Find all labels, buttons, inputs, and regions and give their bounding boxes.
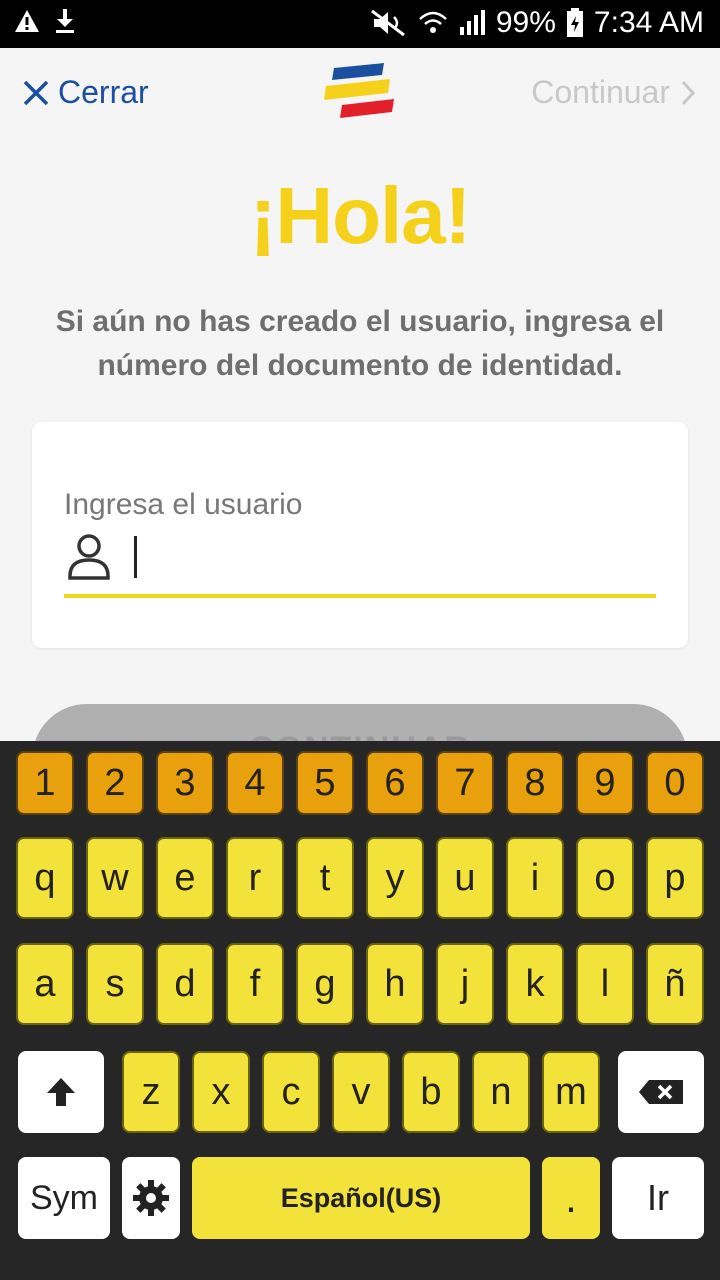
- letter-key[interactable]: s: [86, 943, 144, 1025]
- shift-key[interactable]: [18, 1051, 104, 1133]
- letter-key[interactable]: x: [192, 1051, 250, 1133]
- download-icon: [56, 9, 74, 33]
- number-key[interactable]: 4: [226, 751, 284, 815]
- gear-icon: [133, 1180, 169, 1216]
- letter-key[interactable]: g: [296, 943, 354, 1025]
- letter-key[interactable]: u: [436, 837, 494, 919]
- signal-icon: [459, 10, 485, 35]
- letter-key[interactable]: h: [366, 943, 424, 1025]
- number-key[interactable]: 6: [366, 751, 424, 815]
- letter-key[interactable]: ñ: [646, 943, 704, 1025]
- text-caret: [134, 536, 137, 578]
- close-icon: [23, 80, 49, 105]
- alert-icon: [15, 10, 39, 32]
- username-label: Ingresa el usuario: [64, 488, 303, 521]
- letter-key[interactable]: p: [646, 837, 704, 919]
- instruction-text: Si aún no has creado el usuario, ingresa…: [55, 305, 665, 382]
- continue-link-label: Continuar: [531, 74, 670, 110]
- go-key[interactable]: Ir: [612, 1157, 704, 1239]
- number-key[interactable]: 8: [506, 751, 564, 815]
- continue-link[interactable]: Continuar: [531, 74, 696, 111]
- page-title: ¡Hola!: [249, 171, 472, 260]
- header: Cerrar Continuar: [0, 48, 720, 138]
- clock: 7:34 AM: [593, 6, 704, 39]
- wifi-icon: [419, 11, 447, 33]
- backspace-icon: [639, 1080, 683, 1104]
- mute-icon: [370, 9, 405, 37]
- letter-key[interactable]: r: [226, 837, 284, 919]
- letter-key[interactable]: j: [436, 943, 494, 1025]
- user-icon: [68, 534, 110, 580]
- number-key[interactable]: 1: [16, 751, 74, 815]
- letter-key[interactable]: q: [16, 837, 74, 919]
- number-key[interactable]: 9: [576, 751, 634, 815]
- letter-key[interactable]: k: [506, 943, 564, 1025]
- username-input[interactable]: [64, 528, 656, 598]
- shift-icon: [47, 1078, 75, 1106]
- sym-key[interactable]: Sym: [18, 1157, 110, 1239]
- letter-key[interactable]: c: [262, 1051, 320, 1133]
- letter-key[interactable]: b: [402, 1051, 460, 1133]
- close-label: Cerrar: [58, 74, 149, 110]
- period-key[interactable]: .: [542, 1157, 600, 1239]
- number-key[interactable]: 7: [436, 751, 494, 815]
- number-key[interactable]: 5: [296, 751, 354, 815]
- letter-key[interactable]: f: [226, 943, 284, 1025]
- letter-key[interactable]: t: [296, 837, 354, 919]
- space-key[interactable]: Español(US): [192, 1157, 530, 1239]
- login-card: Ingresa el usuario: [32, 422, 688, 648]
- status-bar: 99% 7:34 AM: [0, 0, 720, 48]
- battery-percent: 99%: [495, 6, 556, 39]
- letter-key[interactable]: i: [506, 837, 564, 919]
- letter-key[interactable]: m: [542, 1051, 600, 1133]
- letter-key[interactable]: z: [122, 1051, 180, 1133]
- backspace-key[interactable]: [618, 1051, 704, 1133]
- number-key[interactable]: 0: [646, 751, 704, 815]
- letter-key[interactable]: n: [472, 1051, 530, 1133]
- letter-key[interactable]: d: [156, 943, 214, 1025]
- settings-key[interactable]: [122, 1157, 180, 1239]
- letter-key[interactable]: e: [156, 837, 214, 919]
- letter-key[interactable]: a: [16, 943, 74, 1025]
- letter-key[interactable]: v: [332, 1051, 390, 1133]
- keyboard: 1234567890 qwertyuiop asdfghjklñ zxcvbnm…: [0, 741, 720, 1280]
- letter-key[interactable]: o: [576, 837, 634, 919]
- close-button[interactable]: Cerrar: [22, 74, 149, 111]
- battery-icon: [566, 8, 583, 37]
- chevron-right-icon: [681, 80, 696, 105]
- letter-key[interactable]: w: [86, 837, 144, 919]
- letter-key[interactable]: l: [576, 943, 634, 1025]
- number-key[interactable]: 3: [156, 751, 214, 815]
- number-key[interactable]: 2: [86, 751, 144, 815]
- bank-logo: [324, 63, 394, 118]
- letter-key[interactable]: y: [366, 837, 424, 919]
